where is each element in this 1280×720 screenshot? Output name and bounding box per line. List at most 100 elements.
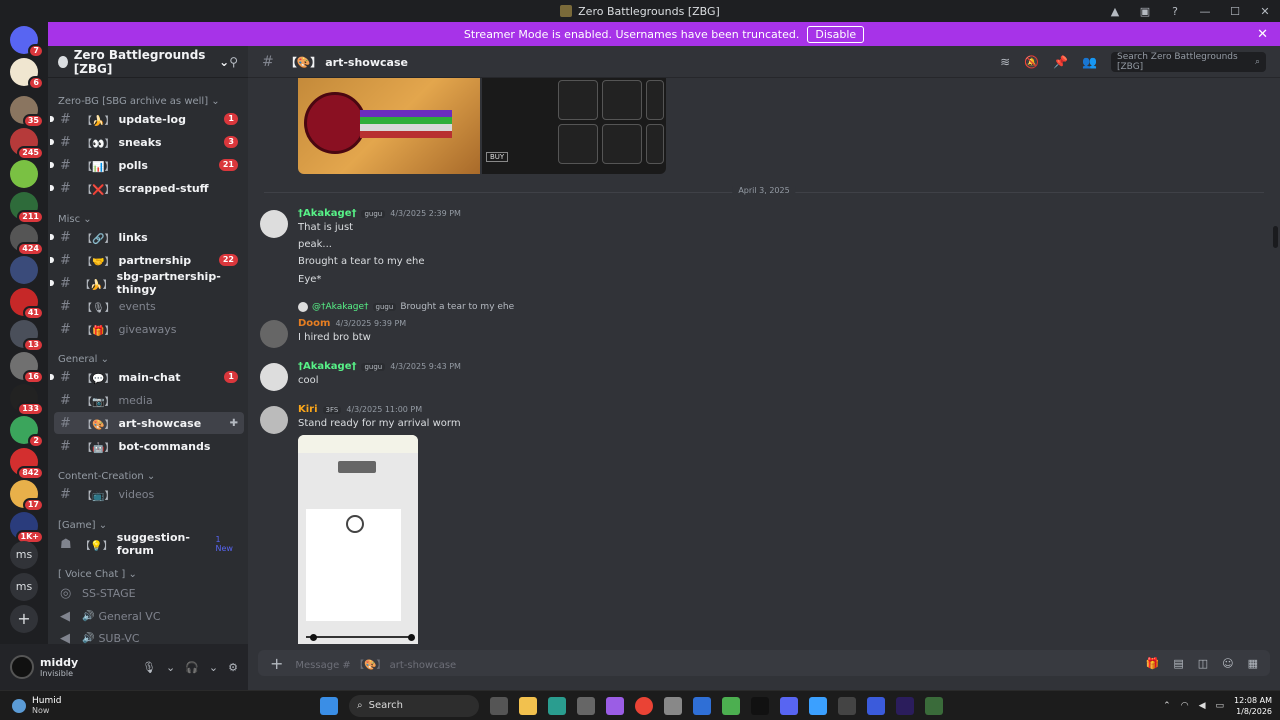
server-icon[interactable]: [10, 160, 38, 188]
discord-icon[interactable]: [780, 696, 798, 715]
channel-links[interactable]: # 【🔗】 links: [50, 226, 244, 248]
server-icon[interactable]: 245: [10, 128, 44, 160]
channel-ss-stage[interactable]: ◎ SS-STAGE: [54, 582, 244, 604]
play-head[interactable]: [310, 634, 317, 641]
category-game[interactable]: [Game] ⌄: [58, 520, 107, 531]
server-icon[interactable]: [10, 256, 38, 284]
microphone-icon[interactable]: 🎙: [142, 661, 156, 674]
server-icon[interactable]: 41: [10, 288, 44, 320]
reply-preview[interactable]: @†Akakage† gugu Brought a tear to my ehe: [298, 302, 514, 312]
app-icon[interactable]: [838, 696, 856, 715]
category-misc[interactable]: Misc ⌄: [58, 214, 92, 225]
server-icon[interactable]: 211: [10, 192, 44, 224]
video-scrubber[interactable]: [306, 636, 412, 638]
help-icon[interactable]: ?: [1160, 5, 1190, 18]
channel-giveaways[interactable]: # 【🎁】 giveaways: [54, 318, 244, 340]
chrome-icon[interactable]: [635, 696, 653, 715]
avatar[interactable]: [260, 406, 288, 434]
author-name[interactable]: †Akakage†: [298, 361, 356, 372]
scrollbar-thumb[interactable]: [1273, 226, 1278, 248]
screen-icon[interactable]: ▣: [1130, 5, 1160, 18]
user-info[interactable]: middy Invisible: [40, 656, 78, 678]
app-icon[interactable]: [867, 696, 885, 715]
app-icon[interactable]: [809, 696, 827, 715]
weather-widget[interactable]: Humid Now: [12, 696, 61, 715]
gif-icon[interactable]: ▤: [1173, 657, 1183, 670]
wifi-icon[interactable]: ◠: [1181, 701, 1189, 711]
minecraft-icon[interactable]: [722, 696, 740, 715]
category-general[interactable]: General ⌄: [58, 354, 109, 365]
start-button[interactable]: [320, 696, 338, 715]
channel-media[interactable]: # 【📷】 media: [54, 389, 244, 411]
task-view-icon[interactable]: [490, 696, 508, 715]
roblox-icon[interactable]: [664, 696, 682, 715]
channel-polls[interactable]: # 【📊】 polls 21: [50, 154, 244, 176]
message-composer[interactable]: + Message # 【🎨】 art-showcase 🎁 ▤ ◫ ☺ ▦: [258, 650, 1270, 676]
premiere-icon[interactable]: [896, 696, 914, 715]
server-icon[interactable]: 17: [10, 480, 44, 512]
notification-bell-icon[interactable]: 🔕: [1024, 55, 1039, 69]
author-name[interactable]: Kiri: [298, 404, 318, 415]
disable-button[interactable]: Disable: [807, 25, 865, 43]
add-server-button[interactable]: +: [10, 605, 38, 633]
members-icon[interactable]: 👥: [1082, 55, 1097, 69]
tiktok-icon[interactable]: [751, 696, 769, 715]
channel-general-vc[interactable]: ◀ 🔊 General VC: [54, 605, 244, 627]
maximize-button[interactable]: ☐: [1220, 5, 1250, 18]
channel-partnership[interactable]: # 【🤝】 partnership 22: [50, 249, 244, 271]
add-attachment-button[interactable]: +: [270, 654, 283, 673]
search-input[interactable]: Search Zero Battlegrounds [ZBG] ⌕: [1111, 51, 1266, 72]
edge-icon[interactable]: [548, 696, 566, 715]
server-icon[interactable]: 13: [10, 320, 44, 352]
attachment-video[interactable]: [298, 435, 418, 644]
chevron-up-icon[interactable]: ⌃: [1163, 701, 1171, 711]
gift-icon[interactable]: 🎁: [1146, 657, 1160, 670]
category-content-creation[interactable]: Content-Creation ⌄: [58, 471, 155, 482]
emoji-icon[interactable]: ☺: [1222, 657, 1233, 670]
sticker-icon[interactable]: ◫: [1198, 657, 1208, 670]
attachment-image[interactable]: [298, 78, 480, 174]
close-icon[interactable]: ✕: [1257, 27, 1268, 42]
guild-header[interactable]: Zero Battlegrounds [ZBG] ⌄ ⚲: [48, 46, 248, 78]
home-button[interactable]: 7: [10, 26, 44, 58]
apps-icon[interactable]: ▦: [1248, 657, 1258, 670]
avatar[interactable]: [260, 210, 288, 238]
server-icon[interactable]: 1K+: [10, 512, 44, 544]
channel-scrapped-stuff[interactable]: # 【❌】 scrapped-stuff: [50, 177, 244, 199]
avatar[interactable]: [260, 363, 288, 391]
server-icon[interactable]: 842: [10, 448, 44, 480]
server-icon[interactable]: 424: [10, 224, 44, 256]
server-icon[interactable]: 16: [10, 352, 44, 384]
minimize-button[interactable]: —: [1190, 5, 1220, 18]
volume-icon[interactable]: ◀: [1199, 701, 1206, 711]
clock[interactable]: 12:08 AM 1/8/2026: [1234, 695, 1272, 717]
server-icon[interactable]: 6: [10, 58, 44, 90]
app-icon[interactable]: [925, 696, 943, 715]
outlook-icon[interactable]: [693, 696, 711, 715]
channel-main-chat[interactable]: # 【💬】 main-chat 1: [50, 366, 244, 388]
channel-sneaks[interactable]: # 【👀】 sneaks 3: [50, 131, 244, 153]
category-zero-bg[interactable]: Zero-BG [SBG archive as well] ⌄: [58, 96, 220, 107]
category-voice-chat[interactable]: [ Voice Chat ] ⌄: [58, 569, 137, 580]
author-name[interactable]: †Akakage†: [298, 208, 356, 219]
taskbar-search[interactable]: ⌕ Search: [349, 694, 479, 717]
server-icon[interactable]: 133: [10, 384, 44, 416]
attachment-image[interactable]: BUY: [482, 78, 666, 174]
file-explorer-icon[interactable]: [519, 696, 537, 715]
add-member-icon[interactable]: ✚: [230, 418, 238, 429]
channel-sbg-partnership-thingy[interactable]: # 【🍌】 sbg-partnership-thingy: [50, 270, 244, 296]
headphones-icon[interactable]: 🎧: [185, 661, 199, 674]
invite-icon[interactable]: ⚲: [229, 55, 238, 69]
avatar[interactable]: [10, 655, 34, 679]
channel-suggestion-forum[interactable]: ☗ 【💡】 suggestion-forum 1 New: [54, 531, 244, 557]
folder-ms[interactable]: ms: [10, 541, 38, 569]
channel-art-showcase[interactable]: # 【🎨】 art-showcase ✚: [54, 412, 244, 434]
server-icon[interactable]: 2: [10, 416, 44, 448]
battery-icon[interactable]: ▭: [1216, 701, 1225, 711]
store-icon[interactable]: [577, 696, 595, 715]
chevron-down-icon[interactable]: ⌄: [209, 661, 218, 674]
inbox-icon[interactable]: ▲: [1100, 5, 1130, 18]
copilot-icon[interactable]: [606, 696, 624, 715]
channel-videos[interactable]: # 【📺】 videos: [54, 483, 244, 505]
gear-icon[interactable]: ⚙: [228, 661, 238, 674]
